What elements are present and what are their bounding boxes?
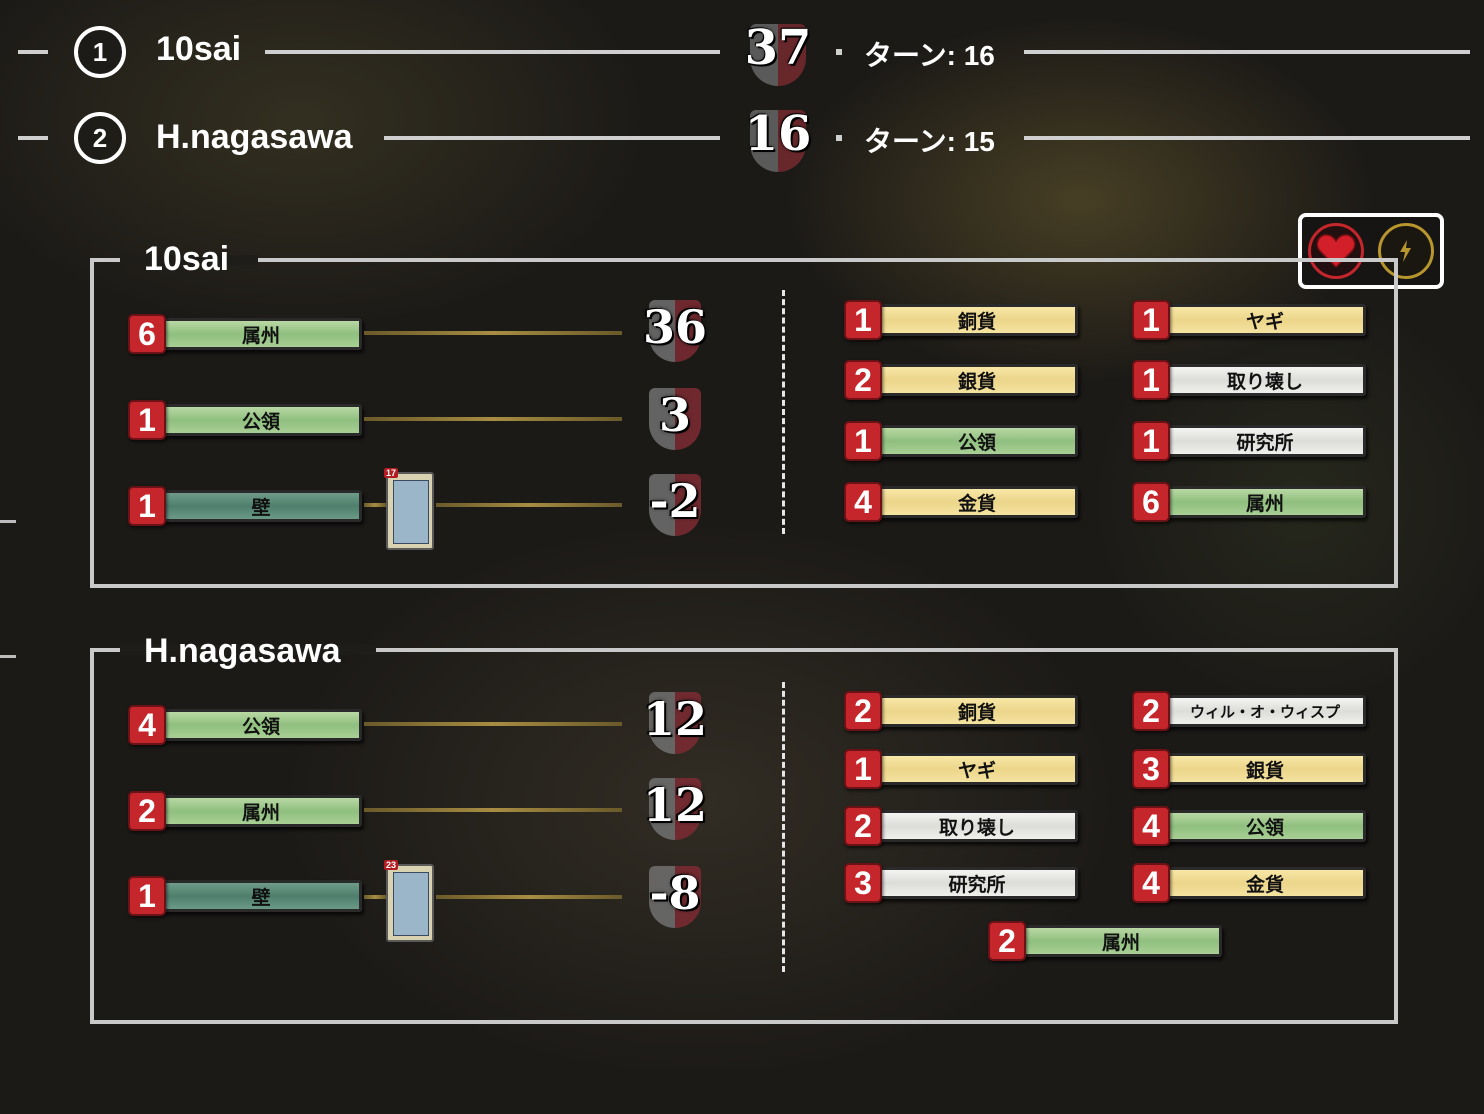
count-badge: 2: [844, 691, 882, 731]
card-scroll-goat[interactable]: ヤギ: [1164, 304, 1366, 336]
card-count: 23: [384, 860, 399, 870]
player-name: 10sai: [156, 30, 242, 68]
connector-line: [364, 895, 386, 899]
rank-number-badge: 1: [74, 26, 126, 78]
count-badge: 2: [988, 921, 1026, 961]
card-scroll-gold[interactable]: 金貨: [876, 486, 1078, 518]
count-badge: 1: [844, 421, 882, 461]
count-badge: 2: [128, 791, 166, 831]
card-scroll-duchy[interactable]: 公領: [876, 425, 1078, 457]
total-score: 16: [744, 106, 812, 162]
count-badge: 2: [844, 360, 882, 400]
card-count: 17: [384, 468, 399, 478]
card-scroll-province[interactable]: 属州: [160, 318, 362, 350]
count-badge: 1: [844, 749, 882, 789]
ranking-row-1: 1 10sai 37 ターン: 16: [0, 20, 1484, 86]
card-scroll-duchy[interactable]: 公領: [160, 404, 362, 436]
panel-title: 10sai: [144, 240, 230, 278]
count-badge: 4: [1132, 806, 1170, 846]
connector-line: [436, 503, 622, 507]
card-scroll-wall[interactable]: 壁: [160, 490, 362, 522]
victory-points: -2: [649, 474, 701, 528]
count-badge: 2: [1132, 691, 1170, 731]
card-art: [393, 872, 429, 936]
card-scroll-duchy[interactable]: 公領: [1164, 810, 1366, 842]
card-scroll-copper[interactable]: 銅貨: [876, 304, 1078, 336]
separator-dot: [836, 135, 842, 141]
card-scroll-wall[interactable]: 壁: [160, 880, 362, 912]
victory-points: 3: [658, 388, 691, 442]
victory-points: 12: [642, 692, 707, 746]
card-scroll-copper[interactable]: 銅貨: [876, 695, 1078, 727]
count-badge: 1: [128, 876, 166, 916]
connector-line: [364, 417, 622, 421]
player-name: H.nagasawa: [156, 118, 353, 156]
connector-line: [364, 503, 386, 507]
count-badge: 1: [844, 300, 882, 340]
card-scroll-silver[interactable]: 銀貨: [1164, 753, 1366, 785]
count-badge: 1: [1132, 300, 1170, 340]
divider: [782, 682, 785, 972]
connector-line: [364, 331, 622, 335]
card-scroll-demolish[interactable]: 取り壊し: [876, 810, 1078, 842]
card-scroll-laboratory[interactable]: 研究所: [876, 867, 1078, 899]
count-badge: 1: [128, 486, 166, 526]
lightning-icon: [1400, 240, 1411, 262]
rank-line: [18, 50, 48, 54]
card-scroll-demolish[interactable]: 取り壊し: [1164, 364, 1366, 396]
turn-count: ターン: 15: [864, 126, 995, 157]
turn-count: ターン: 16: [864, 40, 995, 71]
victory-points: -8: [649, 866, 701, 920]
connector-line: [436, 895, 622, 899]
card-scroll-duchy[interactable]: 公領: [160, 709, 362, 741]
count-badge: 6: [1132, 482, 1170, 522]
count-badge: 2: [844, 806, 882, 846]
card-scroll-laboratory[interactable]: 研究所: [1164, 425, 1366, 457]
count-badge: 6: [128, 314, 166, 354]
panel-title: H.nagasawa: [144, 632, 341, 670]
card-scroll-gold[interactable]: 金貨: [1164, 867, 1366, 899]
card-scroll-goat[interactable]: ヤギ: [876, 753, 1078, 785]
rank-number-badge: 2: [74, 112, 126, 164]
rank-line: [18, 136, 48, 140]
count-badge: 4: [1132, 863, 1170, 903]
card-scroll-province[interactable]: 属州: [1020, 925, 1222, 957]
count-badge: 1: [1132, 360, 1170, 400]
card-scroll-province[interactable]: 属州: [1164, 486, 1366, 518]
card-scroll-will-o-wisp[interactable]: ウィル・オ・ウィスプ: [1164, 695, 1366, 727]
separator-dot: [836, 49, 842, 55]
connector-line: [364, 722, 622, 726]
rank-line: [1024, 136, 1470, 140]
rank-line: [265, 50, 720, 54]
rank-line: [384, 136, 720, 140]
count-badge: 4: [844, 482, 882, 522]
count-badge: 1: [1132, 421, 1170, 461]
count-badge: 3: [844, 863, 882, 903]
count-badge: 3: [1132, 749, 1170, 789]
victory-points: 36: [642, 300, 707, 354]
side-tick: [0, 520, 16, 523]
card-scroll-silver[interactable]: 銀貨: [876, 364, 1078, 396]
card-scroll-province[interactable]: 属州: [160, 795, 362, 827]
side-tick: [0, 655, 16, 658]
card-art: [393, 480, 429, 544]
connector-line: [364, 808, 622, 812]
total-score: 37: [744, 20, 812, 76]
victory-points: 12: [642, 778, 707, 832]
card-thumbnail[interactable]: 17: [384, 468, 434, 550]
count-badge: 4: [128, 705, 166, 745]
count-badge: 1: [128, 400, 166, 440]
rank-line: [1024, 50, 1470, 54]
ranking-row-2: 2 H.nagasawa 16 ターン: 15: [0, 106, 1484, 172]
divider: [782, 290, 785, 534]
card-thumbnail[interactable]: 23: [384, 860, 434, 942]
